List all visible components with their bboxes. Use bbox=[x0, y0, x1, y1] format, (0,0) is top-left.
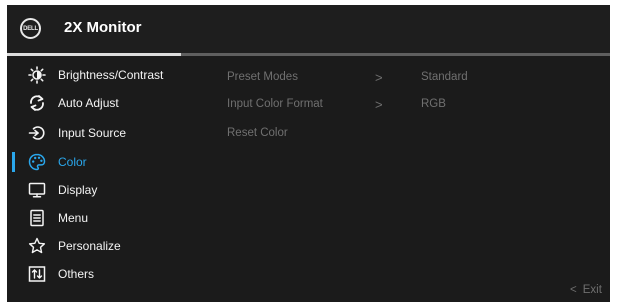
others-icon bbox=[28, 266, 46, 282]
auto-adjust-icon bbox=[30, 95, 44, 111]
display-icon bbox=[28, 182, 46, 198]
submenu-item-preset-modes[interactable]: Preset Modes > Standard bbox=[227, 70, 557, 91]
menu-item-others[interactable]: Others bbox=[7, 262, 197, 286]
menu-label-others: Others bbox=[58, 267, 95, 281]
menu-item-menu[interactable]: Menu bbox=[7, 206, 197, 230]
menu-item-display[interactable]: Display bbox=[7, 178, 197, 202]
chevron-right-icon: > bbox=[375, 97, 383, 112]
star-icon bbox=[28, 237, 46, 254]
menu-icon bbox=[30, 209, 44, 227]
menu-item-auto-adjust[interactable]: Auto Adjust bbox=[7, 91, 197, 115]
menu-item-input-source[interactable]: Input Source bbox=[7, 121, 197, 145]
menu-item-color[interactable]: Color bbox=[7, 150, 197, 174]
menu-label-personalize: Personalize bbox=[58, 239, 121, 253]
menu-item-brightness-contrast[interactable]: Brightness/Contrast bbox=[7, 63, 197, 87]
chevron-right-icon: > bbox=[375, 70, 383, 85]
menu-label-color: Color bbox=[58, 155, 87, 169]
menu-label-auto-adjust: Auto Adjust bbox=[58, 96, 119, 110]
menu-label-input-source: Input Source bbox=[58, 126, 127, 140]
menu-label-display: Display bbox=[58, 183, 98, 197]
submenu-label-reset-color: Reset Color bbox=[227, 127, 288, 139]
menu-label-menu: Menu bbox=[58, 211, 89, 225]
exit-label: Exit bbox=[582, 284, 602, 296]
exit-button[interactable]: < Exit bbox=[570, 284, 602, 296]
header-divider bbox=[181, 53, 610, 56]
dell-logo-text: DELL bbox=[23, 25, 38, 32]
menu-item-personalize[interactable]: Personalize bbox=[7, 234, 197, 258]
submenu-label-input-color-format: Input Color Format bbox=[227, 98, 323, 110]
input-source-icon bbox=[28, 126, 45, 140]
osd-header: DELL 2X Monitor bbox=[7, 5, 610, 54]
preset-modes-value: Standard bbox=[421, 71, 468, 83]
monitor-osd: DELL 2X Monitor Brightness/Contrast Auto… bbox=[7, 5, 610, 302]
brightness-icon bbox=[28, 66, 46, 84]
header-divider-active bbox=[7, 53, 181, 56]
color-palette-icon bbox=[28, 153, 46, 171]
active-indicator bbox=[12, 152, 15, 172]
chevron-left-icon: < bbox=[570, 284, 577, 296]
input-color-format-value: RGB bbox=[421, 98, 446, 110]
submenu-item-reset-color[interactable]: Reset Color bbox=[227, 127, 557, 147]
submenu-item-input-color-format[interactable]: Input Color Format > RGB bbox=[227, 97, 557, 118]
menu-label-brightness-contrast: Brightness/Contrast bbox=[58, 68, 164, 82]
monitor-title: 2X Monitor bbox=[64, 19, 142, 36]
submenu-label-preset-modes: Preset Modes bbox=[227, 71, 298, 83]
dell-logo: DELL bbox=[20, 18, 41, 39]
